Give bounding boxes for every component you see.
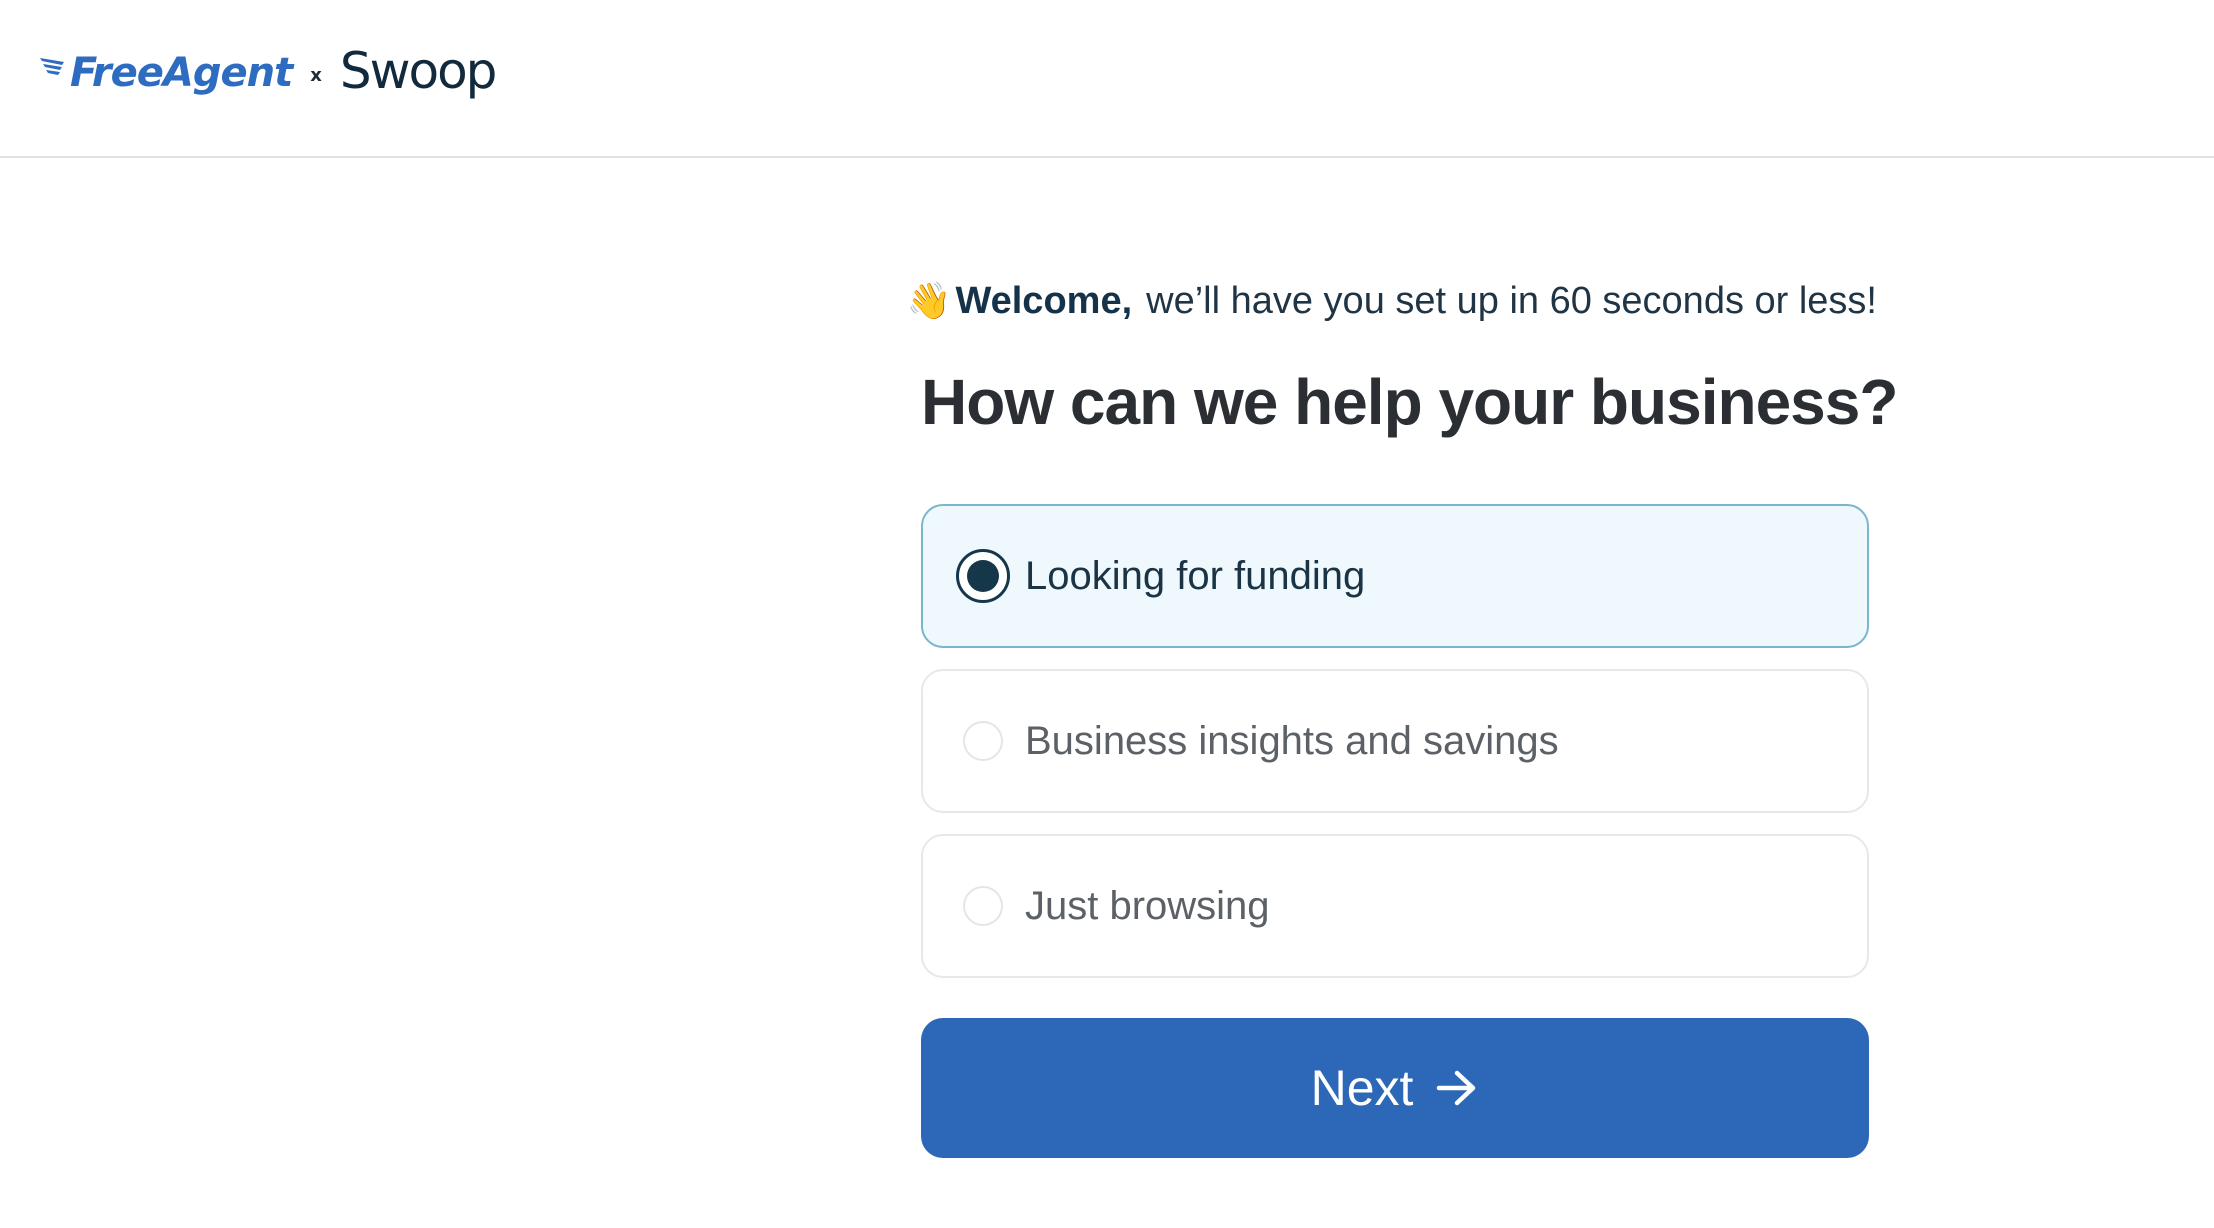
option-just-browsing[interactable]: Just browsing [921,834,1869,978]
option-label: Looking for funding [1025,553,1366,598]
option-looking-for-funding[interactable]: Looking for funding [921,504,1869,648]
arrow-right-icon [1437,1070,1476,1106]
waving-hand-icon: 👋 [906,281,952,322]
page-title: How can we help your business? [921,366,1898,438]
next-button[interactable]: Next [921,1018,1869,1158]
freeagent-wordmark: FreeAgent [70,50,293,96]
welcome-bold: Welcome, [955,280,1133,322]
option-business-insights[interactable]: Business insights and savings [921,669,1869,813]
swoop-wordmark: Swoop [339,42,498,100]
brand-logo[interactable]: FreeAgent x Swoop [38,38,498,108]
welcome-message: 👋 Welcome, we’ll have you set up in 60 sec… [893,280,1877,323]
top-header: FreeAgent x Swoop [0,0,2214,158]
welcome-text: we’ll have you set up in 60 seconds or l… [1146,280,1877,322]
option-label: Just browsing [1025,883,1270,928]
radio-button[interactable] [963,886,1003,926]
next-button-label: Next [1310,1060,1414,1116]
help-options: Looking for funding Business insights an… [921,504,1869,999]
logo-separator: x [310,64,322,86]
radio-button[interactable] [956,549,1010,603]
freeagent-logo: FreeAgent [38,50,293,96]
option-label: Business insights and savings [1025,718,1559,763]
freeagent-wing-icon [40,58,64,75]
radio-button[interactable] [963,721,1003,761]
